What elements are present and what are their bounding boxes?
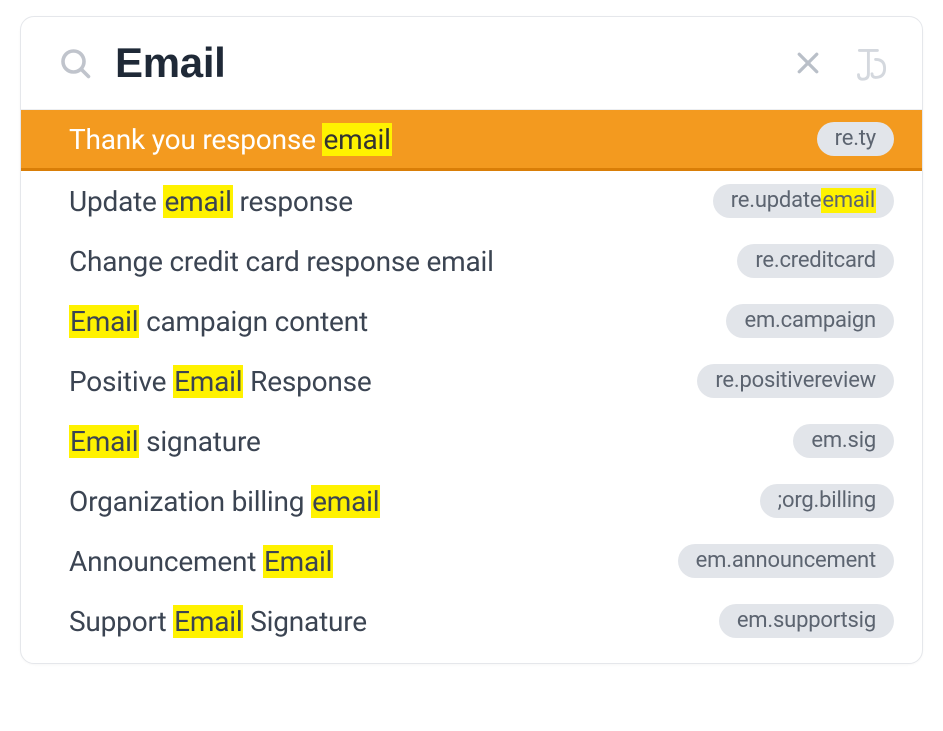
result-shortcut-tag: re.updateemail [713,184,894,218]
result-label: Change credit card response email [69,245,494,278]
result-row[interactable]: Email campaign content em.campaign [21,291,922,351]
search-input[interactable] [115,39,766,87]
result-row[interactable]: Organization billing email ;org.billing [21,471,922,531]
result-shortcut-tag: em.announcement [678,544,894,578]
result-label: Support Email Signature [69,605,367,638]
result-label: Organization billing email [69,485,380,518]
result-shortcut-tag: em.supportsig [719,604,894,638]
result-row[interactable]: Email signature em.sig [21,411,922,471]
result-label: Positive Email Response [69,365,372,398]
result-row[interactable]: Thank you response email re.ty [21,110,922,171]
result-row[interactable]: Change credit card response email re.cred… [21,231,922,291]
result-label: Thank you response email [69,123,392,156]
result-row[interactable]: Announcement Email em.announcement [21,531,922,591]
result-shortcut-tag: re.creditcard [737,244,894,278]
result-shortcut-tag: re.ty [817,122,894,156]
result-shortcut-tag: ;org.billing [760,484,894,518]
search-panel: Thank you response email re.ty Update emai… [20,16,923,664]
result-label: Announcement Email [69,545,333,578]
clear-button[interactable] [788,43,828,83]
result-row[interactable]: Support Email Signature em.supportsig [21,591,922,651]
result-row[interactable]: Positive Email Response re.positivereview [21,351,922,411]
result-shortcut-tag: em.campaign [726,304,894,338]
result-row[interactable]: Update email response re.updateemail [21,171,922,231]
app-brand-icon [850,41,894,85]
result-shortcut-tag: re.positivereview [697,364,894,398]
search-icon [57,45,93,81]
result-shortcut-tag: em.sig [793,424,894,458]
result-label: Email campaign content [69,305,368,338]
result-label: Email signature [69,425,261,458]
search-bar [21,17,922,110]
results-list: Thank you response email re.ty Update emai… [21,110,922,663]
result-label: Update email response [69,185,353,218]
